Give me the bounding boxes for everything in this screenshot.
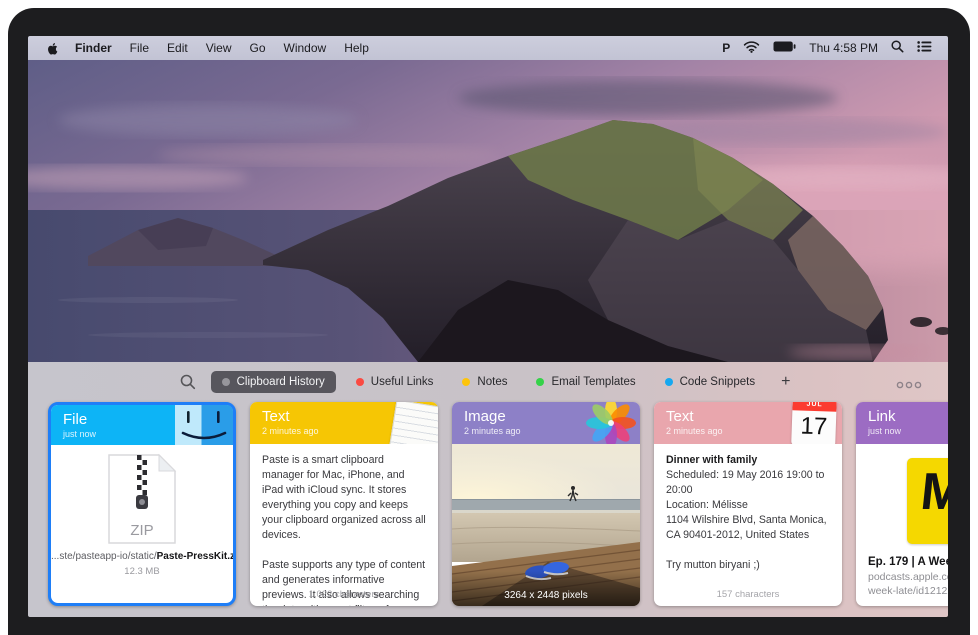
file-path-prefix: ...ste/pasteapp-io/static/ (51, 551, 157, 562)
text-content: Dinner with family Scheduled: 19 May 201… (654, 444, 842, 573)
link-title: Ep. 179 | A Week Late (856, 544, 948, 568)
link-url: podcasts.apple.com/ru week-late/id121223… (856, 568, 948, 598)
notification-center-icon[interactable] (917, 41, 932, 55)
spotlight-search-icon[interactable] (891, 40, 904, 56)
paste-menubar-icon[interactable]: P (722, 41, 730, 55)
card-header: File just now (51, 405, 233, 445)
search-icon[interactable] (180, 374, 196, 390)
character-count: 157 characters (654, 589, 842, 600)
tab-code-snippets[interactable]: Code Snippets (656, 371, 764, 393)
card-type-label: Link (868, 409, 948, 425)
card-time-label: 2 minutes ago (666, 426, 842, 436)
notes-icon (388, 402, 438, 444)
tab-dot-icon (356, 378, 364, 386)
tab-label: Useful Links (371, 376, 434, 388)
card-time-label: just now (868, 426, 948, 436)
image-dimensions-caption: 3264 x 2448 pixels (452, 571, 640, 606)
mac-screen: Finder File Edit View Go Window Help P (28, 36, 948, 617)
card-image-beach[interactable]: Image 2 minutes ago (452, 402, 640, 606)
wifi-icon[interactable] (743, 41, 760, 56)
add-pinboard-button[interactable]: + (775, 373, 796, 391)
menu-item-edit[interactable]: Edit (158, 41, 197, 55)
event-details: Scheduled: 19 May 2016 19:00 to 20:00 Lo… (666, 469, 827, 571)
text-content: Paste is a smart clipboard manager for M… (250, 444, 438, 606)
card-body: ZIP ...ste/pasteapp-io/static/Paste-Pres… (51, 445, 233, 603)
card-file-zip[interactable]: File just now (48, 402, 236, 606)
more-options-icon[interactable] (896, 376, 922, 394)
photos-icon (584, 402, 638, 444)
tab-label: Email Templates (551, 376, 635, 388)
zip-file-icon: ZIP (107, 453, 177, 545)
menu-item-window[interactable]: Window (275, 41, 336, 55)
menu-bar: Finder File Edit View Go Window Help P (28, 36, 948, 60)
card-body: Dinner with family Scheduled: 19 May 201… (654, 444, 842, 606)
tab-email-templates[interactable]: Email Templates (527, 371, 644, 393)
clipboard-cards-row: File just now (28, 402, 948, 606)
svg-text:ZIP: ZIP (130, 522, 153, 539)
card-body: 3264 x 2448 pixels (452, 444, 640, 606)
tab-dot-icon (536, 378, 544, 386)
character-count: 1,022 characters (250, 589, 438, 600)
artwork-letter: M (918, 466, 948, 518)
tab-dot-icon (222, 378, 230, 386)
finder-icon (175, 405, 233, 445)
file-size: 12.3 MB (51, 566, 233, 577)
tab-notes[interactable]: Notes (453, 371, 516, 393)
menu-item-view[interactable]: View (197, 41, 241, 55)
event-title: Dinner with family (666, 454, 757, 466)
menu-item-file[interactable]: File (121, 41, 158, 55)
podcast-artwork: M THE MODERN PODCAST (907, 458, 948, 544)
pinboard-tab-bar: Clipboard History Useful Links Notes Ema… (28, 362, 948, 402)
card-time-label: 2 minutes ago (464, 426, 640, 436)
battery-icon[interactable] (773, 41, 796, 55)
file-name: Paste-PressKit.zip (157, 551, 233, 562)
menu-bar-clock[interactable]: Thu 4:58 PM (809, 41, 878, 55)
catalina-wallpaper (28, 60, 948, 362)
tab-label: Notes (477, 376, 507, 388)
card-body: Paste is a smart clipboard manager for M… (250, 444, 438, 606)
card-header: JUL 17 Text 2 minutes ago (654, 402, 842, 444)
card-header: Image 2 minutes ago (452, 402, 640, 444)
card-header: Text 2 minutes ago (250, 402, 438, 444)
paste-panel: Clipboard History Useful Links Notes Ema… (28, 362, 948, 617)
card-text-paste-description[interactable]: Text 2 minutes ago Paste is a smart clip… (250, 402, 438, 606)
tab-clipboard-history[interactable]: Clipboard History (211, 371, 336, 393)
image-dimensions: 3264 x 2448 pixels (504, 590, 587, 601)
card-time-label: just now (63, 429, 233, 439)
card-time-label: 2 minutes ago (262, 426, 438, 436)
tab-useful-links[interactable]: Useful Links (347, 371, 443, 393)
tab-dot-icon (665, 378, 673, 386)
tab-label: Code Snippets (680, 376, 755, 388)
menu-item-help[interactable]: Help (335, 41, 378, 55)
card-text-dinner-event[interactable]: JUL 17 Text 2 minutes ago Dinner with fa… (654, 402, 842, 606)
menu-item-go[interactable]: Go (241, 41, 275, 55)
card-header: Link just now (856, 402, 948, 444)
display-bezel: Finder File Edit View Go Window Help P (8, 8, 970, 635)
file-path: ...ste/pasteapp-io/static/Paste-PressKit… (51, 551, 233, 562)
menu-item-finder[interactable]: Finder (66, 41, 121, 55)
card-link-podcast[interactable]: Link just now M THE MODERN PODCAST Ep. 1… (856, 402, 948, 606)
tab-label: Clipboard History (237, 376, 325, 388)
tab-dot-icon (462, 378, 470, 386)
calendar-icon: JUL 17 (791, 402, 837, 444)
apple-logo-icon[interactable] (46, 41, 60, 56)
card-body: M THE MODERN PODCAST Ep. 179 | A Week La… (856, 444, 948, 606)
